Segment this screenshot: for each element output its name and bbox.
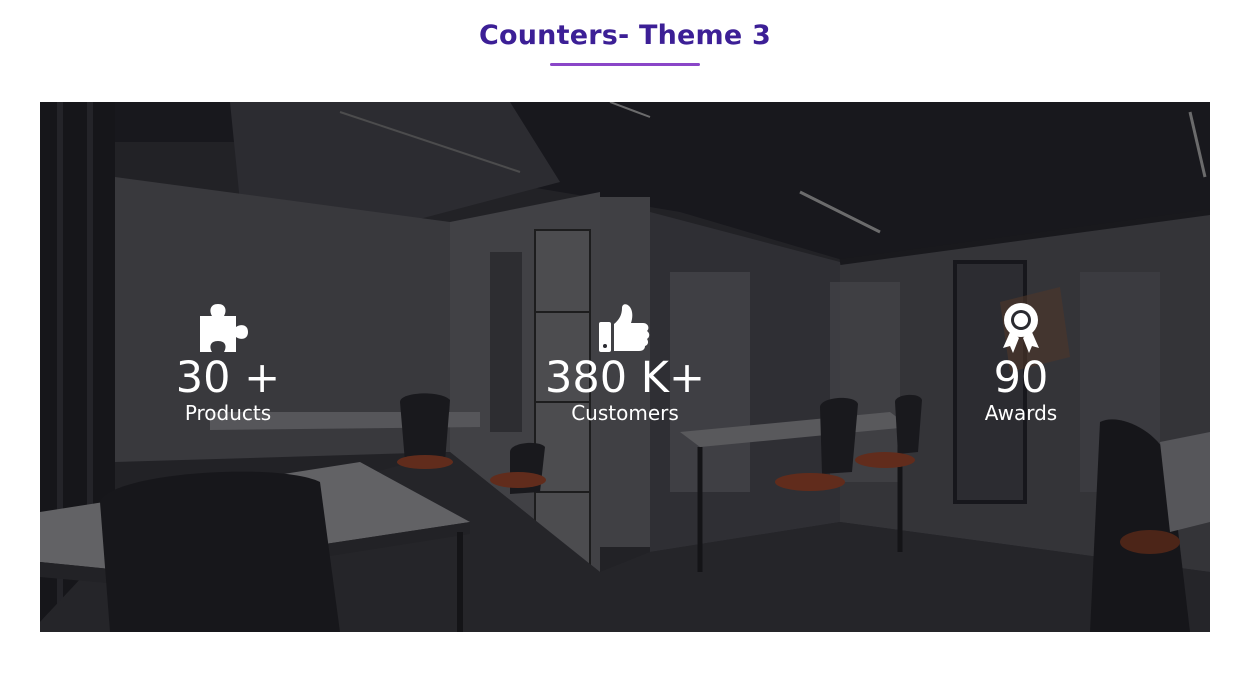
- counter-label: Customers: [571, 401, 679, 425]
- counter-products: 30 + Products: [98, 302, 358, 425]
- thumbs-up-icon: [599, 304, 650, 352]
- counter-label: Awards: [984, 401, 1058, 425]
- section-heading: Counters- Theme 3: [0, 0, 1250, 102]
- counters-banner: 30 + Products 380 K+ Customers 90 Awards: [40, 102, 1210, 632]
- counter-value: 90: [993, 353, 1049, 403]
- counter-value: 30 +: [175, 353, 281, 403]
- counter-value: 380 K+: [545, 353, 705, 403]
- puzzle-piece-icon: [200, 304, 248, 352]
- title-underline: [550, 63, 700, 66]
- page-title: Counters- Theme 3: [478, 20, 771, 51]
- counter-awards: 90 Awards: [891, 302, 1151, 425]
- counter-label: Products: [184, 401, 272, 425]
- counter-customers: 380 K+ Customers: [495, 302, 755, 425]
- award-ribbon-icon: [1003, 303, 1039, 353]
